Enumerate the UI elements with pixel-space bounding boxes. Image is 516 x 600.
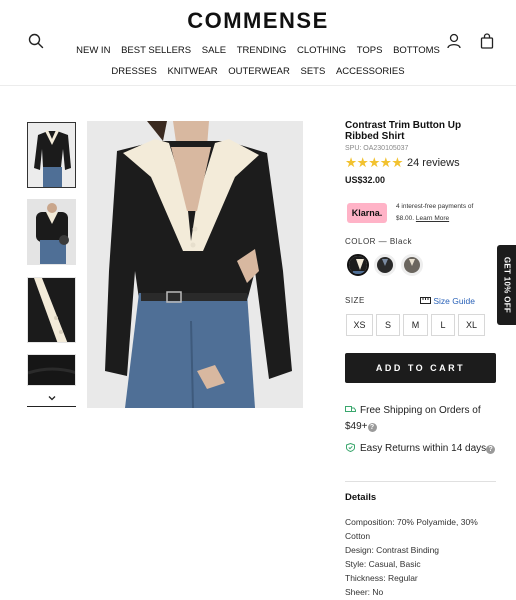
star-rating-icon: ★★★★★ <box>345 155 404 170</box>
klarna-promo: Klarna. 4 interest-free payments of $8.0… <box>345 200 497 228</box>
detail-line: Design: Contrast Binding <box>345 545 440 555</box>
thumbnail-3[interactable] <box>27 277 76 343</box>
nav-item-accessories[interactable]: ACCESSORIES <box>336 66 405 77</box>
thumbnail-2[interactable] <box>27 199 76 265</box>
nav-item-best-sellers[interactable]: BEST SELLERS <box>121 45 191 56</box>
help-icon[interactable]: ? <box>367 423 377 432</box>
free-shipping-text: Free Shipping on Orders of $49+ <box>345 405 481 432</box>
add-to-cart-button[interactable]: ADD TO CART <box>345 353 496 383</box>
size-option-xl[interactable]: XL <box>458 314 485 336</box>
nav-item-bottoms[interactable]: BOTTOMS <box>393 45 440 56</box>
klarna-learn-more-link[interactable]: Learn More <box>416 215 449 222</box>
nav-primary: NEW IN BEST SELLERS SALE TRENDING CLOTHI… <box>0 45 516 56</box>
truck-icon <box>345 406 356 412</box>
product-info: Contrast Trim Button Up Ribbed Shirt SPU… <box>345 120 497 185</box>
selected-color: Black <box>389 237 412 246</box>
size-option-l[interactable]: L <box>431 314 455 336</box>
klarna-logo: Klarna. <box>347 203 387 223</box>
thumbnail-1[interactable] <box>27 122 76 188</box>
klarna-amount: $8.00. <box>396 215 415 222</box>
nav-item-clothing[interactable]: CLOTHING <box>297 45 346 56</box>
divider <box>345 481 496 482</box>
color-swatch-3[interactable] <box>401 254 423 276</box>
site-header: COMMENSE NEW IN BEST SELLERS SALE TRENDI… <box>0 0 516 86</box>
discount-side-tab-label[interactable]: GET 10% OFF <box>502 257 511 313</box>
color-swatch-black[interactable] <box>347 254 369 276</box>
product-title: Contrast Trim Button Up Ribbed Shirt <box>345 120 462 142</box>
product-main-image[interactable] <box>87 121 303 408</box>
color-label-text: COLOR <box>345 237 376 246</box>
detail-line: Composition: 70% Polyamide, 30% Cotton <box>345 517 478 541</box>
klarna-line: 4 interest-free payments of <box>396 203 474 210</box>
details-list: Composition: 70% Polyamide, 30% Cotton D… <box>345 515 501 599</box>
size-option-s[interactable]: S <box>376 314 400 336</box>
nav-secondary: DRESSES KNITWEAR OUTERWEAR SETS ACCESSOR… <box>0 66 516 77</box>
size-guide-link[interactable]: Size Guide <box>420 296 475 306</box>
shield-icon <box>346 443 355 452</box>
nav-item-sale[interactable]: SALE <box>202 45 226 56</box>
detail-line: Sheer: No <box>345 587 384 597</box>
detail-line: Thickness: Regular <box>345 573 418 583</box>
color-swatch-2[interactable] <box>374 254 396 276</box>
nav-item-sets[interactable]: SETS <box>300 66 325 77</box>
details-heading: Details <box>345 492 377 503</box>
size-guide-label[interactable]: Size Guide <box>433 296 475 306</box>
help-icon[interactable]: ? <box>486 445 496 454</box>
size-option-xs[interactable]: XS <box>346 314 373 336</box>
size-label: SIZE <box>345 296 365 305</box>
easy-returns-perk: Easy Returns within 14 days? <box>345 441 497 457</box>
brand-logo[interactable]: COMMENSE <box>0 8 516 34</box>
nav-item-tops[interactable]: TOPS <box>357 45 383 56</box>
size-option-m[interactable]: M <box>403 314 428 336</box>
chevron-down-icon[interactable] <box>27 391 76 407</box>
discount-side-tab[interactable]: GET 10% OFF <box>497 245 516 325</box>
detail-line: Style: Casual, Basic <box>345 559 421 569</box>
nav-item-dresses[interactable]: DRESSES <box>111 66 156 77</box>
free-shipping-perk: Free Shipping on Orders of $49+? <box>345 403 497 435</box>
color-label: COLOR — Black <box>345 237 412 246</box>
product-spu: SPU: OA230105037 <box>345 145 409 152</box>
easy-returns-text: Easy Returns within 14 days <box>360 443 487 454</box>
klarna-text: 4 interest-free payments of $8.00. Learn… <box>396 201 498 225</box>
review-count-link[interactable]: 24 reviews <box>407 157 460 169</box>
ruler-icon <box>420 297 431 304</box>
nav-item-new-in[interactable]: NEW IN <box>76 45 110 56</box>
nav-item-trending[interactable]: TRENDING <box>237 45 287 56</box>
nav-item-knitwear[interactable]: KNITWEAR <box>167 66 217 77</box>
product-price: US$32.00 <box>345 175 386 185</box>
thumbnail-4[interactable] <box>27 354 76 386</box>
nav-item-outerwear[interactable]: OUTERWEAR <box>228 66 290 77</box>
product-rating[interactable]: ★★★★★ 24 reviews <box>345 155 497 171</box>
